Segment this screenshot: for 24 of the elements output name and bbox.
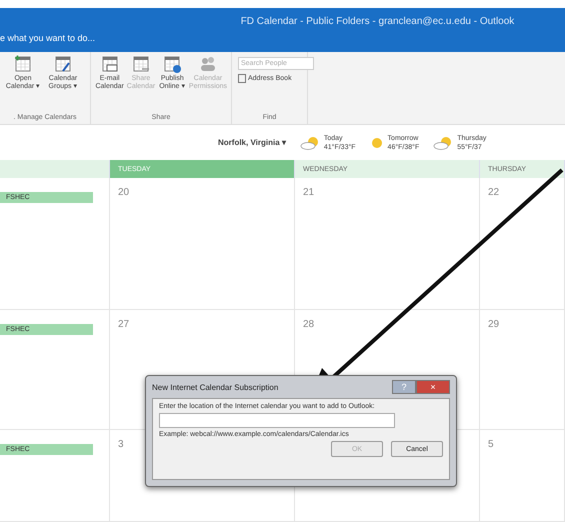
url-field[interactable] <box>159 413 395 428</box>
date-number: 28 <box>303 319 314 330</box>
date-number: 20 <box>118 187 130 198</box>
calendar-globe-icon <box>163 55 182 73</box>
people-icon <box>198 55 217 73</box>
date-number: 3 <box>118 439 124 450</box>
date-number: 22 <box>488 187 500 198</box>
calendar-envelope-icon <box>100 55 119 73</box>
sun-cloud-icon <box>433 136 454 150</box>
sun-icon <box>370 136 384 150</box>
date-number: 27 <box>118 319 130 330</box>
date-number: 29 <box>488 319 500 330</box>
date-number: 5 <box>488 439 494 450</box>
calendar-plus-icon <box>14 55 32 73</box>
tell-me-field[interactable]: e what you want to do... <box>0 27 180 43</box>
calendar-icon <box>132 55 150 73</box>
sun-cloud-icon <box>300 136 320 150</box>
close-button[interactable]: × <box>416 380 450 394</box>
window-title: FD Calendar - Public Folders - granclean@ec.u.edu - Outlook <box>240 15 516 27</box>
dialog-title: New Internet Calendar Subscription <box>152 382 278 392</box>
location-dropdown[interactable]: Norfolk, Virginia ▾ <box>218 138 286 147</box>
date-number: 21 <box>303 187 314 198</box>
book-icon <box>238 74 246 83</box>
calendar-pencil-icon <box>54 55 72 73</box>
